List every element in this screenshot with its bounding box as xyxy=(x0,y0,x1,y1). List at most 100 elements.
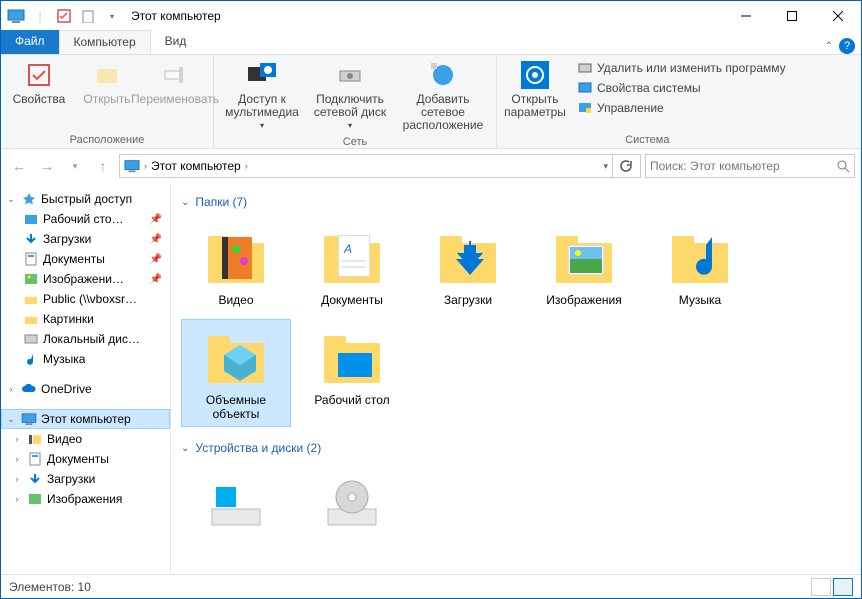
chevron-right-icon[interactable]: › xyxy=(11,474,23,484)
media-access-button[interactable]: Доступ к мультимедиа ▾ xyxy=(220,57,304,134)
ribbon-group-network: Доступ к мультимедиа ▾ Подключить сетево… xyxy=(214,55,497,148)
thispc-icon xyxy=(5,5,27,27)
folder-icon xyxy=(552,225,616,289)
folder-item[interactable]: A Документы xyxy=(297,219,407,313)
window-title: Этот компьютер xyxy=(131,9,221,23)
item-icon xyxy=(23,291,39,307)
title-bar: | ▾ Этот компьютер xyxy=(1,1,861,31)
tree-item[interactable]: Public (\\vboxsr… xyxy=(1,289,170,309)
os-drive-icon xyxy=(204,471,268,535)
item-icon xyxy=(23,271,39,287)
rename-icon xyxy=(159,59,191,91)
folder-item[interactable]: Объемные объекты xyxy=(181,319,291,427)
maximize-button[interactable] xyxy=(769,1,815,31)
breadcrumb-root[interactable]: Этот компьютер xyxy=(151,159,241,173)
tree-item[interactable]: Загрузки📌 xyxy=(1,229,170,249)
up-button[interactable]: ↑ xyxy=(91,154,115,178)
open-button: Открыть xyxy=(75,57,139,108)
uninstall-button[interactable]: Удалить или изменить программу xyxy=(573,59,790,77)
tree-item[interactable]: › Видео xyxy=(1,429,170,449)
open-settings-button[interactable]: Открыть параметры xyxy=(503,57,567,121)
tab-view[interactable]: Вид xyxy=(151,30,201,54)
address-row: ← → ▾ ↑ › Этот компьютер › ▾ Поиск: Этот… xyxy=(1,149,861,183)
group-header-devices[interactable]: ⌄ Устройства и диски (2) xyxy=(181,441,851,455)
forward-button[interactable]: → xyxy=(35,154,59,178)
chevron-right-icon[interactable]: › xyxy=(11,434,23,444)
nav-tree[interactable]: ⌄ Быстрый доступ Рабочий сто…📌 Загрузки📌… xyxy=(1,183,171,574)
chevron-right-icon[interactable]: › xyxy=(11,454,23,464)
tree-item[interactable]: Картинки xyxy=(1,309,170,329)
tree-item[interactable]: Изображени…📌 xyxy=(1,269,170,289)
history-dropdown[interactable]: ▾ xyxy=(63,154,87,178)
tree-thispc[interactable]: ⌄ Этот компьютер xyxy=(1,409,170,429)
help-icon[interactable]: ? xyxy=(839,38,855,54)
sysprops-button[interactable]: Свойства системы xyxy=(573,79,790,97)
add-netloc-icon xyxy=(427,59,459,91)
item-icon xyxy=(23,211,39,227)
folder-item[interactable]: Рабочий стол xyxy=(297,319,407,427)
ribbon-group-system: Открыть параметры Удалить или изменить п… xyxy=(497,55,798,148)
tree-item[interactable]: Рабочий сто…📌 xyxy=(1,209,170,229)
chevron-right-icon[interactable]: › xyxy=(5,384,17,394)
pin-icon: 📌 xyxy=(150,234,162,245)
refresh-button[interactable] xyxy=(612,155,636,177)
group-header-folders[interactable]: ⌄ Папки (7) xyxy=(181,195,851,209)
tree-item[interactable]: › Изображения xyxy=(1,489,170,509)
address-bar[interactable]: › Этот компьютер › ▾ xyxy=(119,154,641,178)
tree-item[interactable]: › Документы xyxy=(1,449,170,469)
tree-item[interactable]: Музыка xyxy=(1,349,170,369)
back-button[interactable]: ← xyxy=(7,154,31,178)
content-area[interactable]: ⌄ Папки (7) Видео A Документы Загрузки И… xyxy=(171,183,861,574)
chevron-down-icon[interactable]: ⌄ xyxy=(181,443,189,454)
tree-quick-access[interactable]: ⌄ Быстрый доступ xyxy=(1,189,170,209)
media-access-icon xyxy=(246,59,278,91)
tree-item[interactable]: › Загрузки xyxy=(1,469,170,489)
body: ⌄ Быстрый доступ Рабочий сто…📌 Загрузки📌… xyxy=(1,183,861,574)
addr-dropdown-icon[interactable]: ▾ xyxy=(603,161,608,172)
folder-item[interactable]: Изображения xyxy=(529,219,639,313)
manage-button[interactable]: Управление xyxy=(573,99,790,117)
folder-item[interactable]: Музыка xyxy=(645,219,755,313)
item-icon xyxy=(23,251,39,267)
tree-onedrive[interactable]: › OneDrive xyxy=(1,379,170,399)
item-icon xyxy=(23,311,39,327)
properties-button[interactable]: Свойства xyxy=(7,57,71,108)
item-icon xyxy=(23,351,39,367)
tree-item[interactable]: Документы📌 xyxy=(1,249,170,269)
qat-dropdown-icon[interactable]: ▾ xyxy=(101,5,123,27)
drive-item[interactable] xyxy=(297,465,407,541)
devices-grid xyxy=(181,465,851,541)
close-button[interactable] xyxy=(815,1,861,31)
rename-button: Переименовать xyxy=(143,57,207,108)
chevron-down-icon[interactable]: ⌄ xyxy=(181,197,189,208)
folder-item[interactable]: Загрузки xyxy=(413,219,523,313)
chevron-right-icon[interactable]: › xyxy=(144,161,147,171)
status-bar: Элементов: 10 xyxy=(1,574,861,598)
onedrive-icon xyxy=(21,381,37,397)
tree-item[interactable]: Локальный дис… xyxy=(1,329,170,349)
chevron-right-icon[interactable]: › xyxy=(245,161,248,171)
folder-icon xyxy=(204,225,268,289)
chevron-right-icon[interactable]: › xyxy=(11,494,23,504)
chevron-down-icon[interactable]: ⌄ xyxy=(5,194,17,205)
map-drive-button[interactable]: Подключить сетевой диск ▾ xyxy=(308,57,392,134)
search-input[interactable]: Поиск: Этот компьютер xyxy=(645,154,855,178)
chevron-down-icon[interactable]: ⌄ xyxy=(5,414,17,425)
view-details-button[interactable] xyxy=(811,578,831,596)
view-icons-button[interactable] xyxy=(833,578,853,596)
drive-item[interactable] xyxy=(181,465,291,541)
minimize-button[interactable] xyxy=(723,1,769,31)
folder-item[interactable]: Видео xyxy=(181,219,291,313)
newfolder-qat-icon[interactable] xyxy=(77,5,99,27)
tab-computer[interactable]: Компьютер xyxy=(59,30,151,54)
collapse-ribbon-icon[interactable]: ⌃ xyxy=(825,41,833,52)
tab-file[interactable]: Файл xyxy=(1,30,59,54)
cd-drive-icon xyxy=(320,471,384,535)
folder-icon xyxy=(436,225,500,289)
ribbon-group-location: Свойства Открыть Переименовать Расположе… xyxy=(1,55,214,148)
ribbon: Свойства Открыть Переименовать Расположе… xyxy=(1,55,861,149)
add-netloc-button[interactable]: Добавить сетевое расположение xyxy=(396,57,490,134)
properties-qat-icon[interactable] xyxy=(53,5,75,27)
item-icon xyxy=(27,491,43,507)
item-icon xyxy=(23,331,39,347)
